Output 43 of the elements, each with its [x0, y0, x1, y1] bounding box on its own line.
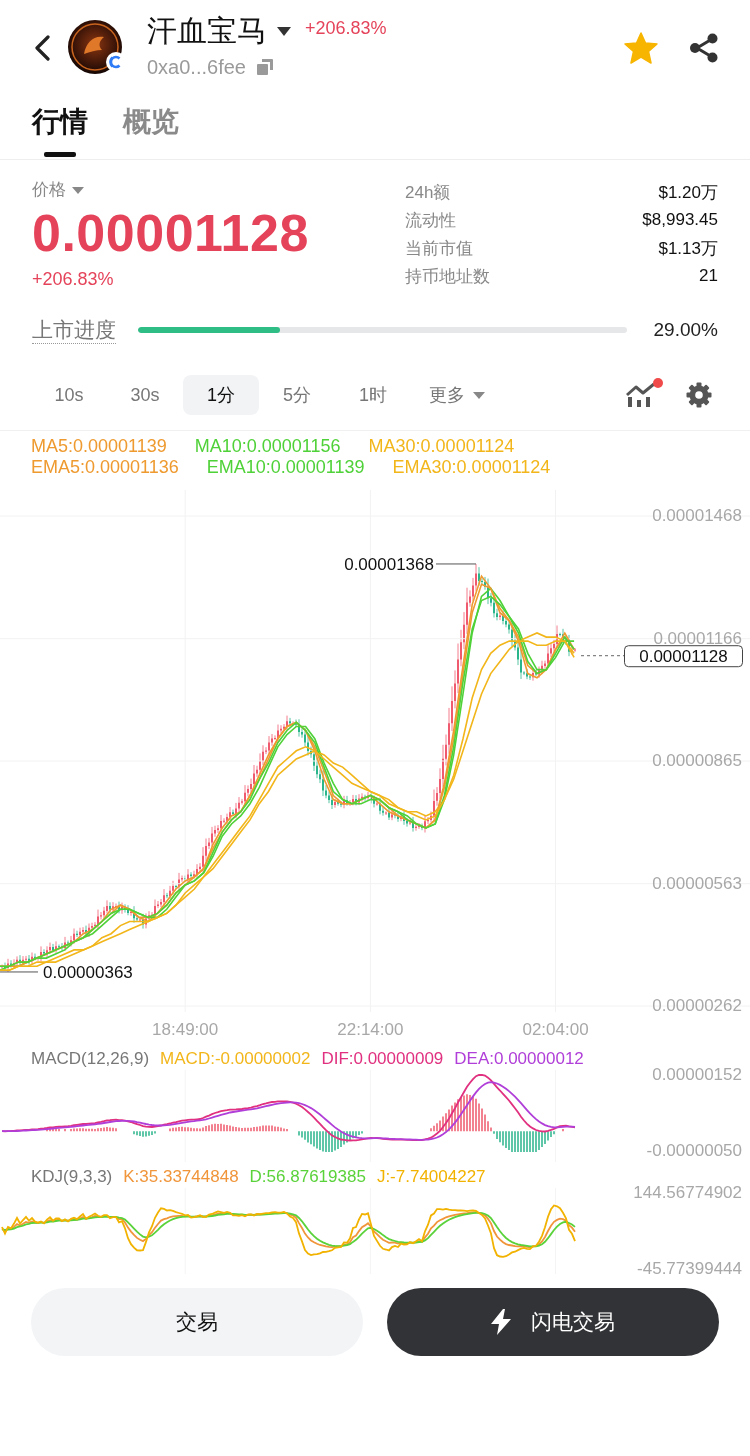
indicator-value: DIF:0.00000009	[321, 1048, 444, 1070]
y-axis-label: 0.00000262	[652, 996, 742, 1015]
y-axis-label: 0.00001468	[652, 506, 742, 525]
indicator-value: D:56.87619385	[249, 1166, 366, 1188]
indicator-value: DEA:0.00000012	[454, 1048, 584, 1070]
y-axis-label: 0.00000865	[652, 751, 742, 770]
x-axis-label: 18:49:00	[152, 1020, 219, 1039]
stat-label: 流动性	[405, 209, 456, 232]
price-change: +206.83%	[305, 17, 387, 39]
progress-reading: 29.00%	[652, 319, 718, 341]
stat-value: $1.13万	[658, 237, 718, 260]
stat-label: 持币地址数	[405, 265, 490, 288]
y-axis-label: -45.77399444	[637, 1259, 742, 1278]
indicator-title: KDJ(9,3,3)	[31, 1166, 113, 1188]
low-price-label: 0.00000363	[43, 962, 133, 982]
x-axis-label: 02:04:00	[522, 1020, 589, 1039]
y-axis-label: 0.00000152	[652, 1065, 742, 1084]
stat-value: 21	[699, 266, 718, 286]
indicator-value: J:-7.74004227	[376, 1166, 486, 1188]
contract-address: 0xa0...6fee	[147, 55, 246, 79]
legend-item: EMA30:0.00001124	[392, 457, 551, 478]
last-price-tag: 0.00001128	[624, 645, 743, 668]
legend-item: MA30:0.00001124	[368, 436, 515, 457]
legend-item: MA5:0.00001139	[31, 436, 167, 457]
y-axis-label: 0.00001166	[653, 628, 742, 648]
indicator-value: MACD:-0.00000002	[160, 1048, 311, 1070]
y-axis-label: 0.00000563	[652, 873, 742, 893]
legend-item: EMA10:0.00001139	[206, 457, 365, 478]
y-axis-label: -0.00000050	[646, 1141, 742, 1160]
indicator-title: MACD(12,26,9)	[31, 1048, 150, 1070]
x-axis-label: 22:14:00	[337, 1020, 404, 1039]
last-price: 0.00001128	[32, 206, 309, 260]
indicator-value: K:35.33744848	[123, 1166, 239, 1188]
legend-item: MA10:0.00001156	[194, 436, 341, 457]
legend-item: EMA5:0.00001136	[31, 457, 179, 478]
stat-label: 24h额	[405, 181, 451, 204]
price-change: +206.83%	[32, 268, 114, 290]
stat-value: $8,993.45	[642, 210, 718, 230]
stat-value: $1.20万	[658, 181, 718, 204]
listing-progress-label: 上市进度	[32, 316, 116, 344]
y-axis-label: 144.56774902	[633, 1183, 742, 1202]
high-price-label: 0.00001368	[344, 554, 434, 574]
stat-label: 当前市值	[405, 237, 473, 260]
